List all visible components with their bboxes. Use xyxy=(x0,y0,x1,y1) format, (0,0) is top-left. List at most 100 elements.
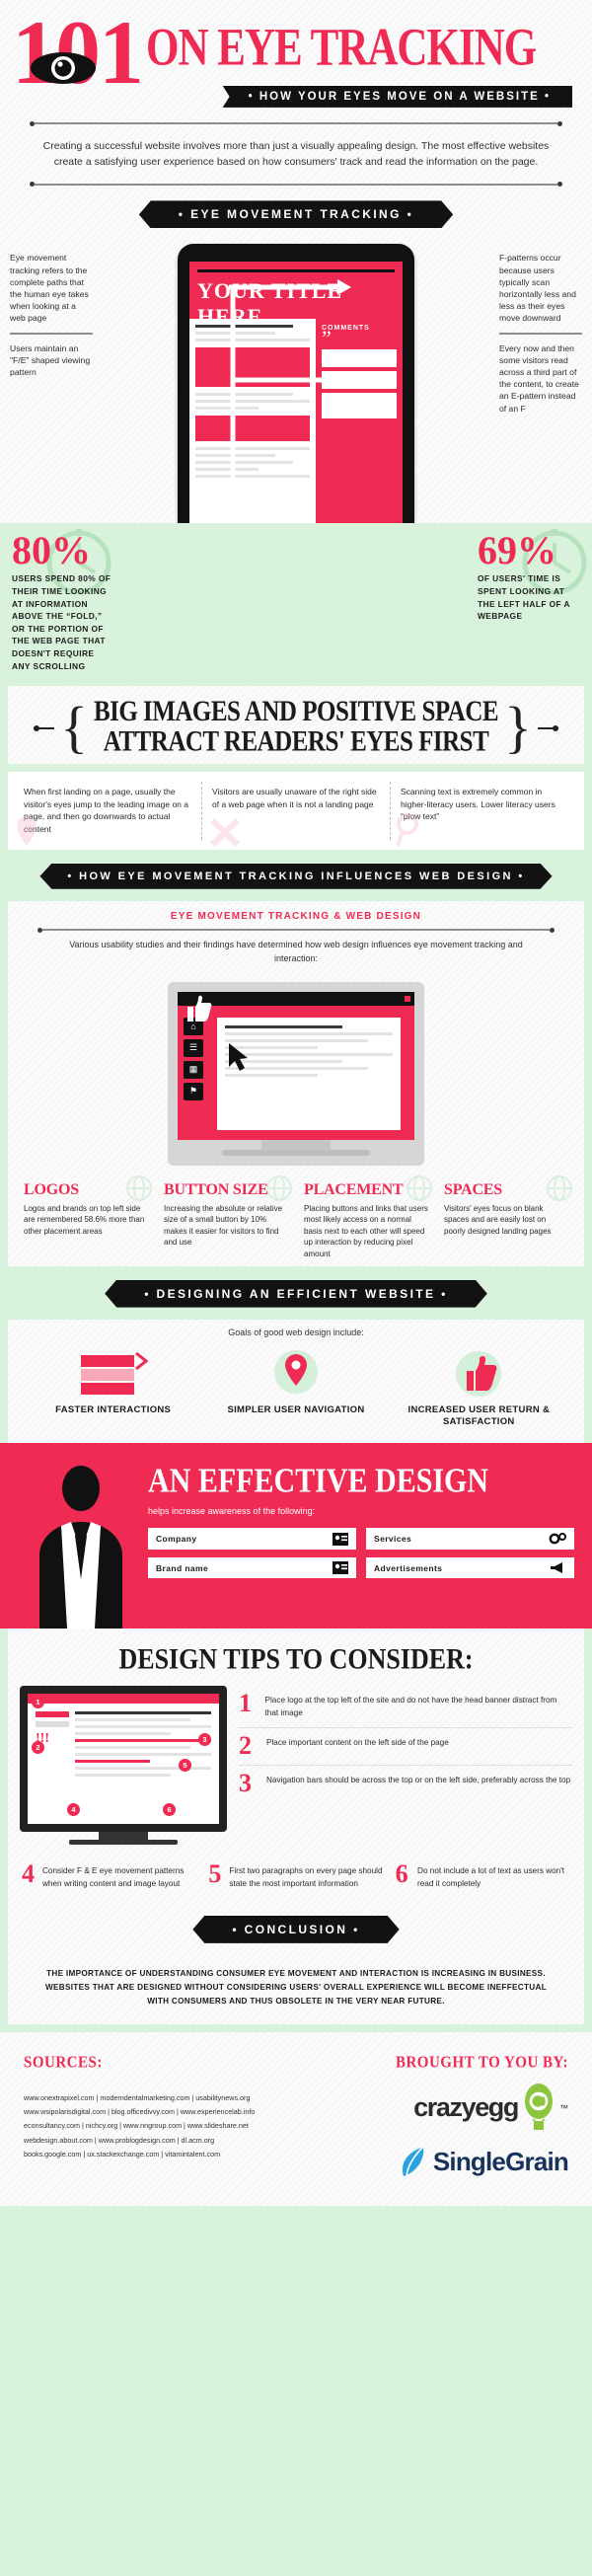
globe-icon xyxy=(126,1174,152,1201)
note-text: Scanning text is extremely common in hig… xyxy=(401,786,555,822)
brace-left-icon: { xyxy=(60,695,88,760)
chip-company[interactable]: Company xyxy=(148,1528,356,1551)
conclusion-banner: • CONCLUSION • xyxy=(192,1916,399,1943)
big-images-notes: When first landing on a page, usually th… xyxy=(8,771,584,850)
effective-design-title: AN EFFECTIVE DESIGN xyxy=(148,1462,489,1500)
magnifier-icon xyxy=(396,812,418,847)
page-title: ON EYE TRACKING xyxy=(146,19,537,77)
chip-advertisements[interactable]: Advertisements xyxy=(366,1557,574,1579)
note-text: When first landing on a page, usually th… xyxy=(24,786,188,834)
tip-text: First two paragraphs on every page shoul… xyxy=(229,1866,383,1888)
web-design-column-logos: LOGOS Logos and brands on top left side … xyxy=(18,1174,154,1260)
design-tips-title: DESIGN TIPS TO CONSIDER: xyxy=(118,1642,474,1676)
chip-brand-name[interactable]: Brand name xyxy=(148,1557,356,1579)
stat-80-number: 80% xyxy=(12,528,91,573)
sources-block: SOURCES: www.onextrapixel.com | modernde… xyxy=(24,2053,336,2180)
note-separator xyxy=(10,332,93,335)
crazyegg-logo[interactable]: crazyegg ™ xyxy=(336,2072,568,2133)
singlegrain-logo[interactable]: SingleGrain xyxy=(336,2133,569,2180)
sources-heading: SOURCES: xyxy=(24,2053,103,2072)
eye-icon xyxy=(31,52,96,84)
chip-services[interactable]: Services xyxy=(366,1528,574,1551)
web-design-columns: LOGOS Logos and brands on top left side … xyxy=(8,1168,584,1266)
efficient-banner: • DESIGNING AN EFFICIENT WEBSITE • xyxy=(105,1280,487,1308)
chip-label: Services xyxy=(374,1534,412,1545)
effective-design-section: AN EFFECTIVE DESIGN helps increase aware… xyxy=(0,1443,592,1629)
chip-label: Advertisements xyxy=(374,1562,443,1573)
tablet-headline: YOUR TITLE HERE xyxy=(197,278,343,330)
close-x-icon xyxy=(210,817,240,847)
web-design-column-placement: PLACEMENT Placing buttons and links that… xyxy=(298,1174,434,1260)
tips-marker-1: 1 xyxy=(32,1696,44,1709)
quote-icon: ” xyxy=(322,326,332,351)
stat-69-text: OF USERS' TIME IS SPENT LOOKING AT THE L… xyxy=(478,573,570,622)
tip-number: 1 xyxy=(239,1689,252,1718)
web-design-section: EYE MOVEMENT TRACKING & WEB DESIGN Vario… xyxy=(8,900,584,1266)
tip-number: 6 xyxy=(395,1859,408,1889)
crazyegg-wordmark: crazyegg xyxy=(413,2092,519,2123)
goal-increased-return: INCREASED USER RETURN & SATISFACTION xyxy=(388,1347,570,1430)
tip-text: Place logo at the top left of the site a… xyxy=(264,1696,557,1717)
stat-row: 80% USERS SPEND 80% OF THEIR TIME LOOKIN… xyxy=(0,523,592,687)
quote-rule-right xyxy=(537,724,558,731)
globe-icon xyxy=(547,1174,572,1201)
contact-icon xyxy=(333,1561,348,1575)
note-left-0: Eye movement tracking refers to the comp… xyxy=(10,253,89,324)
intro-text: Creating a successful website involves m… xyxy=(42,139,550,169)
tip-text: Do not include a lot of text as users wo… xyxy=(417,1866,565,1888)
stat-69-number: 69% xyxy=(478,528,556,573)
efficient-banner-row: • DESIGNING AN EFFICIENT WEBSITE • xyxy=(0,1266,592,1320)
column-text: Logos and brands on top left side are re… xyxy=(24,1203,145,1236)
big-images-note-1: Visitors are usually unaware of the righ… xyxy=(201,781,390,847)
goal-simpler-navigation: SIMPLER USER NAVIGATION xyxy=(204,1347,387,1430)
gears-icon xyxy=(549,1533,566,1545)
cards-icon xyxy=(80,1351,148,1395)
location-pin-icon xyxy=(17,815,37,846)
eye-movement-banner: • EYE MOVEMENT TRACKING • xyxy=(139,200,453,228)
tip-4: 4 Consider F & E eye movement patterns w… xyxy=(22,1856,196,1898)
tip-text: Navigation bars should be across the top… xyxy=(266,1776,571,1785)
brought-to-you-block: BROUGHT TO YOU BY: crazyegg ™ SingleGrai… xyxy=(336,2053,569,2180)
big-images-title-line1: BIG IMAGES AND POSITIVE SPACE xyxy=(93,696,499,728)
web-design-banner-row: • HOW EYE MOVEMENT TRACKING INFLUENCES W… xyxy=(0,850,592,901)
megaphone-icon xyxy=(551,1562,562,1574)
tip-text: Consider F & E eye movement patterns whe… xyxy=(42,1866,185,1888)
web-design-column-button-size: BUTTON SIZE Increasing the absolute or r… xyxy=(158,1174,294,1260)
efficient-section: Goals of good web design include: FASTER… xyxy=(8,1319,584,1444)
conclusion-banner-row: • CONCLUSION • xyxy=(8,1902,584,1955)
goal-label: FASTER INTERACTIONS xyxy=(55,1403,172,1415)
tip-3: 3 Navigation bars should be across the t… xyxy=(239,1766,572,1802)
tips-marker-4: 4 xyxy=(67,1803,80,1817)
source-line: econsultancy.com | nichcy.org | www.nngr… xyxy=(24,2121,249,2131)
note-right-1: Every now and then some visitors read ac… xyxy=(499,342,579,414)
source-line: books.google.com | ux.stackexchange.com … xyxy=(24,2150,221,2159)
tip-number: 2 xyxy=(239,1730,252,1760)
id-card-icon xyxy=(333,1532,348,1546)
globe-icon xyxy=(266,1174,292,1201)
web-design-subtitle: EYE MOVEMENT TRACKING & WEB DESIGN xyxy=(170,910,422,922)
tips-list-top: 1 Place logo at the top left of the site… xyxy=(239,1686,572,1845)
tip-1: 1 Place logo at the top left of the site… xyxy=(239,1686,572,1728)
quote-rule-left xyxy=(34,724,55,731)
goals-intro: Goals of good web design include: xyxy=(228,1326,364,1337)
big-images-title-line2: ATTRACT READERS' EYES FIRST xyxy=(103,726,489,759)
goal-faster-interactions: FASTER INTERACTIONS xyxy=(22,1347,204,1430)
source-line: www.onextrapixel.com | moderndentalmarke… xyxy=(24,2092,251,2102)
tip-number: 4 xyxy=(22,1859,35,1889)
note-separator xyxy=(499,332,582,335)
goal-label: SIMPLER USER NAVIGATION xyxy=(227,1403,365,1415)
trademark-symbol: ™ xyxy=(559,2102,568,2113)
monitor-screen: ⌂ ☰ ▦ ⚑ xyxy=(178,991,414,1140)
stat-80: 80% USERS SPEND 80% OF THEIR TIME LOOKIN… xyxy=(0,523,116,686)
column-text: Increasing the absolute or relative size… xyxy=(164,1203,283,1248)
effective-design-chips: Company Services Brand name Advertisemen… xyxy=(148,1528,574,1579)
conclusion-text: THE IMPORTANCE OF UNDERSTANDING CONSUMER… xyxy=(44,1968,548,2006)
eye-movement-banner-row: • EYE MOVEMENT TRACKING • xyxy=(0,187,592,240)
header-number-101: 101 xyxy=(12,7,144,98)
singlegrain-wordmark: SingleGrain xyxy=(432,2147,569,2177)
leaf-icon xyxy=(402,2146,424,2176)
tip-number: 3 xyxy=(239,1769,252,1798)
balloon-icon xyxy=(525,2083,553,2130)
header-ribbon: • HOW YOUR EYES MOVE ON A WEBSITE • xyxy=(222,85,572,108)
map-pin-icon xyxy=(273,1349,318,1394)
